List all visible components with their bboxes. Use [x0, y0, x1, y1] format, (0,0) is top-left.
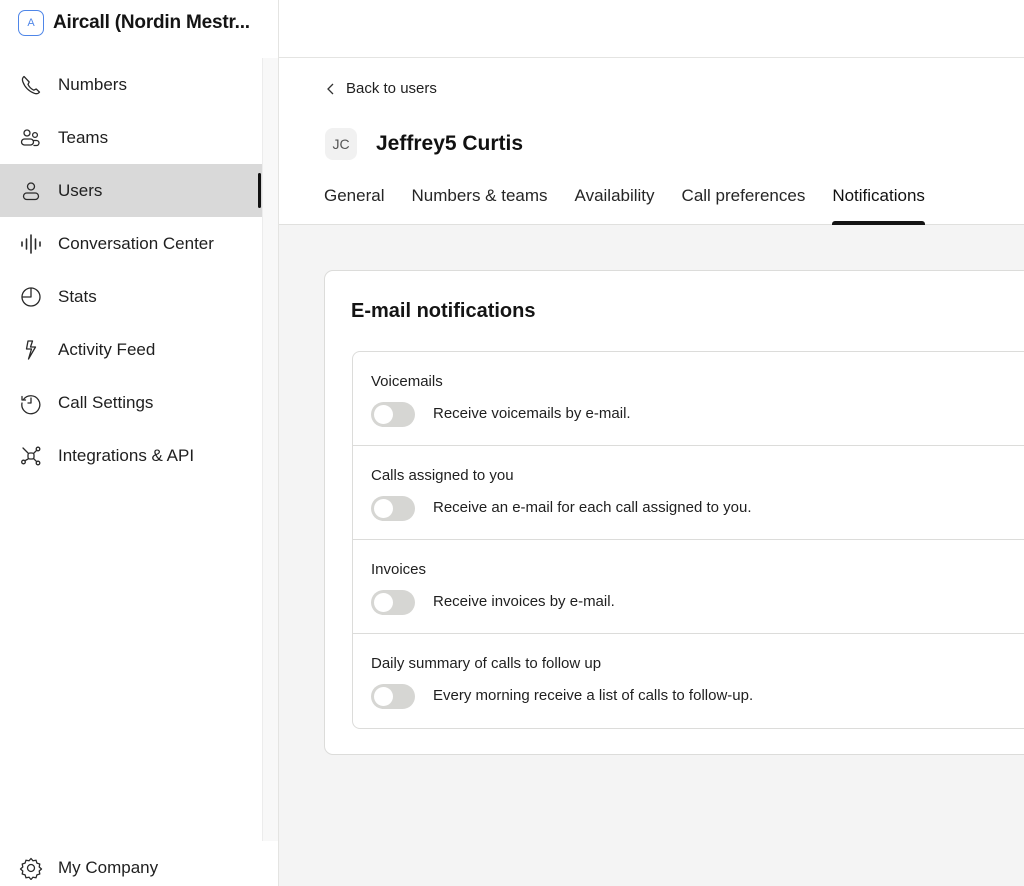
- sidebar: A Aircall (Nordin Mestr... Numbers Teams…: [0, 0, 279, 886]
- back-label: Back to users: [346, 80, 437, 97]
- sidebar-item-label: Numbers: [58, 74, 127, 94]
- notification-description: Receive invoices by e-mail.: [433, 593, 615, 610]
- tab-general[interactable]: General: [324, 184, 384, 225]
- email-notifications-card: E-mail notifications Voicemails Receive …: [324, 270, 1024, 755]
- voicemails-toggle[interactable]: [371, 402, 415, 427]
- pie-chart-icon: [19, 285, 43, 309]
- sidebar-item-label: Call Settings: [58, 392, 154, 412]
- user-icon: [19, 179, 43, 203]
- user-identity: JC Jeffrey5 Curtis: [325, 128, 523, 160]
- sidebar-item-activity-feed[interactable]: Activity Feed: [0, 323, 262, 376]
- sidebar-item-label: Stats: [58, 286, 97, 306]
- notification-description: Every morning receive a list of calls to…: [433, 687, 754, 704]
- notification-row-calls-assigned: Calls assigned to you Receive an e-mail …: [353, 446, 1024, 540]
- tab-notifications[interactable]: Notifications: [832, 184, 925, 225]
- lightning-icon: [19, 338, 43, 362]
- gear-icon: [19, 856, 43, 880]
- user-header: Back to users JC Jeffrey5 Curtis General…: [279, 58, 1024, 225]
- sidebar-item-call-settings[interactable]: Call Settings: [0, 376, 262, 429]
- page-title: Jeffrey5 Curtis: [376, 132, 524, 155]
- sidebar-item-teams[interactable]: Teams: [0, 111, 262, 164]
- toggle-knob: [374, 593, 393, 612]
- toggle-knob: [374, 405, 393, 424]
- sidebar-item-stats[interactable]: Stats: [0, 270, 262, 323]
- teams-icon: [19, 126, 43, 150]
- notification-list: Voicemails Receive voicemails by e-mail.…: [352, 351, 1024, 729]
- sidebar-scrollbar[interactable]: [262, 58, 278, 841]
- company-switcher[interactable]: A Aircall (Nordin Mestr...: [18, 10, 250, 36]
- tab-numbers-teams[interactable]: Numbers & teams: [411, 184, 547, 225]
- sidebar-item-my-company[interactable]: My Company: [0, 842, 278, 886]
- top-bar: [279, 0, 1024, 58]
- chevron-left-icon: [327, 83, 334, 94]
- sidebar-nav: Numbers Teams Users Conversation Center …: [0, 58, 262, 482]
- company-name: Aircall (Nordin Mestr...: [53, 12, 250, 33]
- notification-title: Invoices: [371, 561, 427, 578]
- invoices-toggle[interactable]: [371, 590, 415, 615]
- notification-row-invoices: Invoices Receive invoices by e-mail.: [353, 540, 1024, 634]
- sidebar-item-label: Users: [58, 180, 103, 200]
- notification-row-voicemails: Voicemails Receive voicemails by e-mail.: [353, 352, 1024, 446]
- sidebar-item-label: Conversation Center: [58, 233, 214, 253]
- company-badge: A: [18, 10, 44, 36]
- avatar: JC: [325, 128, 357, 160]
- soundwave-icon: [19, 232, 43, 256]
- daily-summary-toggle[interactable]: [371, 684, 415, 709]
- sidebar-item-integrations[interactable]: Integrations & API: [0, 429, 262, 482]
- phone-icon: [19, 73, 43, 97]
- user-tabs: General Numbers & teams Availability Cal…: [324, 184, 952, 225]
- notification-description: Receive voicemails by e-mail.: [433, 405, 631, 422]
- tab-call-preferences[interactable]: Call preferences: [682, 184, 806, 225]
- sidebar-item-label: Activity Feed: [58, 339, 156, 359]
- main-content: Back to users JC Jeffrey5 Curtis General…: [279, 58, 1024, 886]
- sidebar-item-label: My Company: [58, 858, 159, 877]
- sidebar-item-label: Integrations & API: [58, 445, 195, 465]
- notification-title: Voicemails: [371, 373, 443, 390]
- sidebar-item-numbers[interactable]: Numbers: [0, 58, 262, 111]
- toggle-knob: [374, 687, 393, 706]
- sidebar-item-users[interactable]: Users: [0, 164, 262, 217]
- notification-title: Daily summary of calls to follow up: [371, 655, 602, 672]
- sidebar-item-conversation-center[interactable]: Conversation Center: [0, 217, 262, 270]
- notification-row-daily-summary: Daily summary of calls to follow up Ever…: [353, 634, 1024, 728]
- history-icon: [19, 391, 43, 415]
- tab-availability[interactable]: Availability: [575, 184, 655, 225]
- back-to-users-link[interactable]: Back to users: [325, 80, 437, 97]
- section-title: E-mail notifications: [351, 300, 536, 322]
- notification-description: Receive an e-mail for each call assigned…: [433, 499, 752, 516]
- sidebar-item-label: Teams: [58, 127, 109, 147]
- toggle-knob: [374, 499, 393, 518]
- calls-assigned-toggle[interactable]: [371, 496, 415, 521]
- notification-title: Calls assigned to you: [371, 467, 514, 484]
- network-icon: [19, 444, 43, 468]
